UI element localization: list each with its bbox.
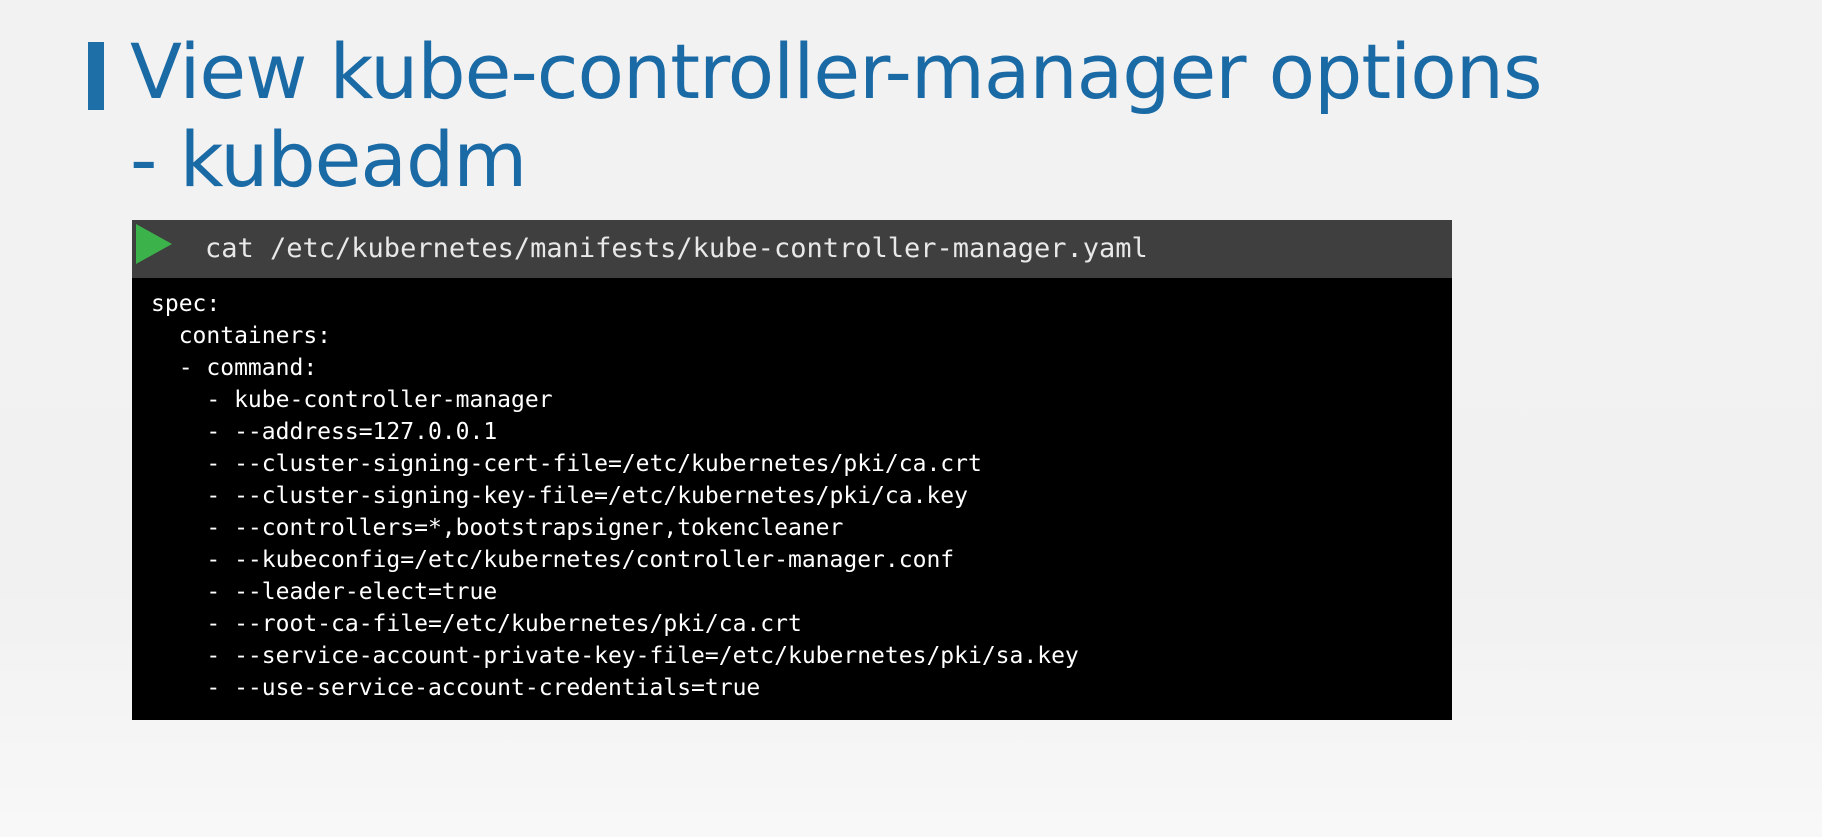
output-line: - --cluster-signing-key-file=/etc/kubern…: [151, 483, 968, 509]
play-triangle-icon: [136, 224, 172, 264]
output-line: - --controllers=*,bootstrapsigner,tokenc…: [151, 515, 844, 541]
output-line: - --leader-elect=true: [151, 579, 498, 605]
output-line: - --use-service-account-credentials=true: [151, 675, 761, 701]
slide-title: View kube-controller-manager options - k…: [130, 27, 1543, 204]
output-line: - --kubeconfig=/etc/kubernetes/controlle…: [151, 547, 955, 573]
output-line: spec:: [151, 291, 221, 317]
output-line: containers:: [151, 323, 332, 349]
terminal-window: cat /etc/kubernetes/manifests/kube-contr…: [132, 220, 1452, 720]
terminal-command: cat /etc/kubernetes/manifests/kube-contr…: [205, 233, 1148, 264]
output-line: - kube-controller-manager: [151, 387, 553, 413]
output-line: - --service-account-private-key-file=/et…: [151, 643, 1079, 669]
slide-title-line-2: - kubeadm: [130, 115, 527, 204]
output-line: - --root-ca-file=/etc/kubernetes/pki/ca.…: [151, 611, 802, 637]
terminal-output: spec: containers: - command: - kube-cont…: [132, 278, 1452, 704]
output-line: - --cluster-signing-cert-file=/etc/kuber…: [151, 451, 982, 477]
slide-title-line-1: View kube-controller-manager options: [130, 27, 1543, 116]
terminal-command-bar: cat /etc/kubernetes/manifests/kube-contr…: [132, 220, 1452, 278]
output-line: - command:: [151, 355, 318, 381]
title-accent-bar: [88, 42, 104, 110]
output-line: - --address=127.0.0.1: [151, 419, 498, 445]
